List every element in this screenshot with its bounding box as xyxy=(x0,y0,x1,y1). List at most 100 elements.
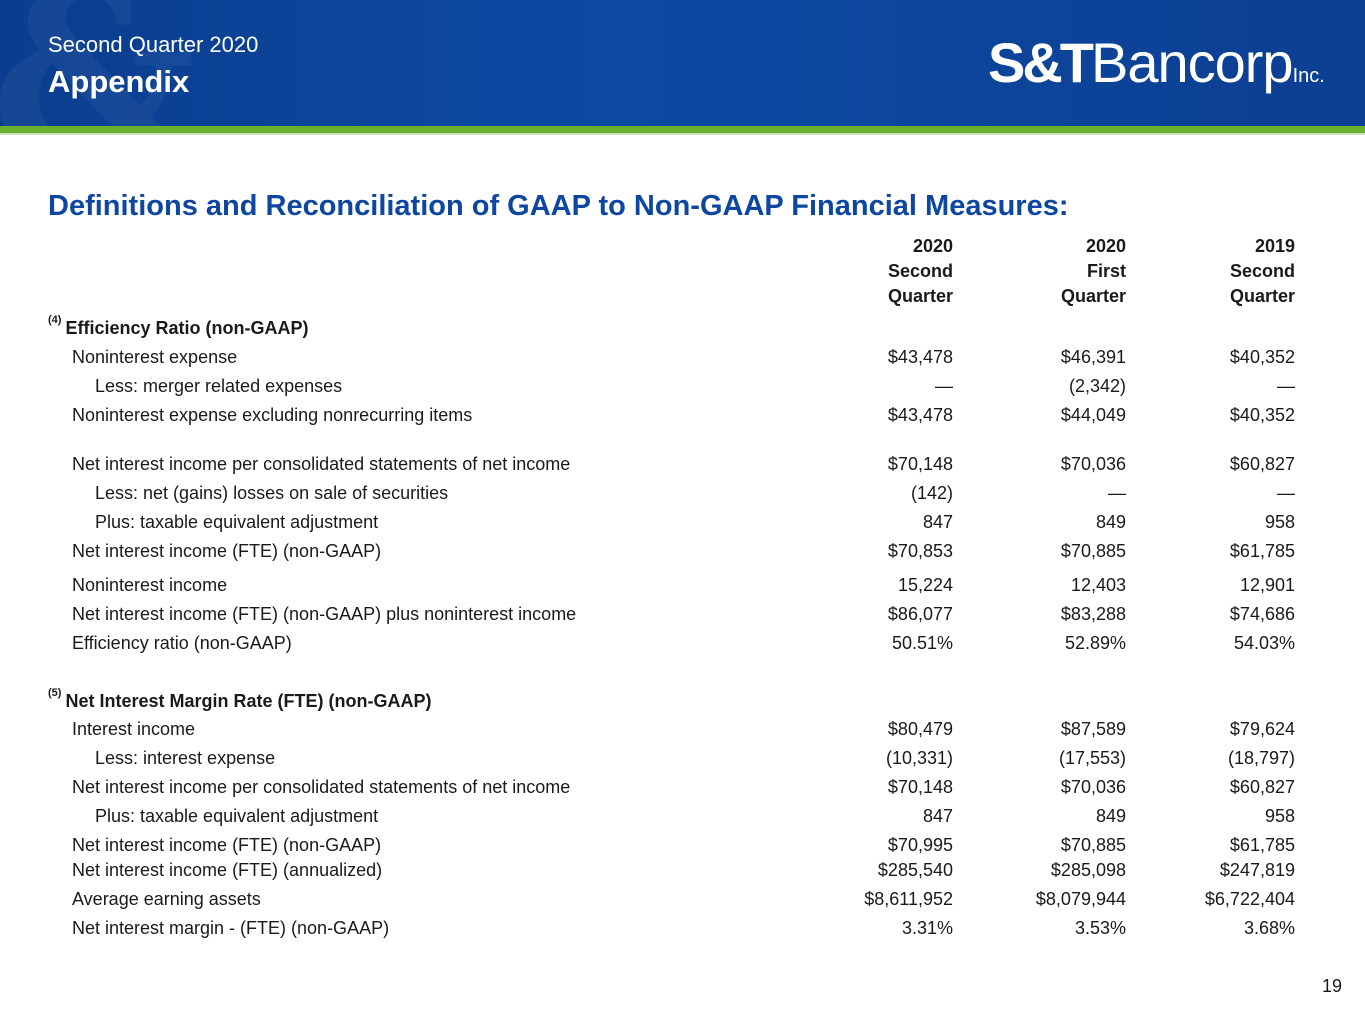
row-label: Net interest margin - (FTE) (non-GAAP) xyxy=(72,918,390,938)
row-label: Net interest income (FTE) (non-GAAP) xyxy=(72,835,382,855)
efficiency-ratio-title: (4) Efficiency Ratio (non-GAAP) xyxy=(48,314,309,338)
row-value: 12,403 xyxy=(1070,575,1126,595)
table-row: Net interest income (FTE) (non-GAAP) $70,… xyxy=(0,541,1365,565)
row-value: 849 xyxy=(1095,512,1126,532)
row-label: Noninterest expense xyxy=(72,347,238,367)
logo-st: S&T xyxy=(988,31,1094,94)
row-value: $6,722,404 xyxy=(1204,889,1295,909)
row-value: 3.68% xyxy=(1243,918,1295,938)
row-value: $70,885 xyxy=(1060,835,1126,855)
row-value: 849 xyxy=(1095,806,1126,826)
table-row: Less: net (gains) losses on sale of secu… xyxy=(0,483,1365,507)
row-value: $86,077 xyxy=(887,604,953,624)
row-label: Net interest income per consolidated sta… xyxy=(72,454,571,474)
row-value: (142) xyxy=(910,483,953,503)
row-value: 12,901 xyxy=(1239,575,1295,595)
row-value: $40,352 xyxy=(1229,347,1295,367)
row-value: — xyxy=(1108,483,1126,503)
row-value: $43,478 xyxy=(887,347,953,367)
row-value: $61,785 xyxy=(1229,541,1295,561)
logo-bancorp: Bancorp xyxy=(1091,31,1294,94)
row-value: $70,885 xyxy=(1060,541,1126,561)
row-value: $8,079,944 xyxy=(1035,889,1126,909)
table-row: Plus: taxable equivalent adjustment 847 84… xyxy=(0,512,1365,536)
row-value: $285,540 xyxy=(877,860,953,880)
table-row: Net interest income per consolidated sta… xyxy=(0,777,1365,801)
table-row: Net interest income (FTE) (non-GAAP) $70,… xyxy=(0,835,1365,859)
row-label: Interest income xyxy=(72,719,196,739)
row-value: $61,785 xyxy=(1229,835,1295,855)
row-value: $70,036 xyxy=(1060,777,1126,797)
row-value: 847 xyxy=(922,806,953,826)
row-value: $43,478 xyxy=(887,405,953,425)
table-row: Noninterest income 15,224 12,403 12,901 xyxy=(0,575,1365,599)
row-value: $70,853 xyxy=(887,541,953,561)
logo-inc: Inc. xyxy=(1292,65,1325,87)
row-value: 52.89% xyxy=(1064,633,1126,653)
row-value: $83,288 xyxy=(1060,604,1126,624)
page-number: 19 xyxy=(1321,976,1342,996)
row-label: Less: merger related expenses xyxy=(95,376,343,396)
row-value: $60,827 xyxy=(1229,454,1295,474)
row-value: $80,479 xyxy=(887,719,953,739)
row-label: Net interest income (FTE) (non-GAAP) xyxy=(72,541,382,561)
table-row: Interest income $80,479 $87,589 $79,624 xyxy=(0,719,1365,743)
row-label: Less: net (gains) losses on sale of secu… xyxy=(95,483,449,503)
column-header-3: 2019 Second Quarter xyxy=(1229,236,1295,306)
table-row: Plus: taxable equivalent adjustment 847 84… xyxy=(0,806,1365,830)
row-value: $87,589 xyxy=(1060,719,1126,739)
row-label: Noninterest expense excluding nonrecurri… xyxy=(72,405,473,425)
table-row: Noninterest expense $43,478 $46,391 $40,352 xyxy=(0,347,1365,371)
table-row: Net interest margin - (FTE) (non-GAAP) 3.… xyxy=(0,918,1365,942)
footnote-marker: (4) xyxy=(48,314,62,326)
row-value: 958 xyxy=(1264,512,1295,532)
table-row: Noninterest expense excluding nonrecurri… xyxy=(0,405,1365,429)
row-value: $44,049 xyxy=(1060,405,1126,425)
row-value: — xyxy=(1277,483,1295,503)
company-logo: S&TBancorpInc. xyxy=(988,30,1325,110)
row-value: — xyxy=(1277,376,1295,396)
row-label: Net interest income (FTE) (non-GAAP) plu… xyxy=(72,604,577,624)
table-row: Average earning assets $8,611,952 $8,079,9… xyxy=(0,889,1365,913)
row-value: $70,036 xyxy=(1060,454,1126,474)
row-value: 847 xyxy=(922,512,953,532)
row-value: $70,148 xyxy=(887,777,953,797)
table-row: Net interest income (FTE) (annualized) $2… xyxy=(0,860,1365,884)
row-value: $46,391 xyxy=(1060,347,1126,367)
page-title: Appendix xyxy=(48,64,190,99)
row-label: Less: interest expense xyxy=(95,748,276,768)
row-value: $70,995 xyxy=(887,835,953,855)
table-row: Efficiency ratio (non-GAAP) 50.51% 52.89% 5… xyxy=(0,633,1365,657)
green-divider xyxy=(0,126,1365,133)
row-value: 50.51% xyxy=(891,633,953,653)
row-value: $8,611,952 xyxy=(864,889,953,909)
row-value: $285,098 xyxy=(1050,860,1126,880)
row-label: Noninterest income xyxy=(72,575,228,595)
row-label: Net interest income per consolidated sta… xyxy=(72,777,571,797)
table-row: Less: merger related expenses — (2,342) — xyxy=(0,376,1365,400)
table-row: Net interest income per consolidated sta… xyxy=(0,454,1365,478)
row-value: (2,342) xyxy=(1068,376,1126,396)
row-value: — xyxy=(935,376,953,396)
row-value: $74,686 xyxy=(1229,604,1295,624)
row-value: $60,827 xyxy=(1229,777,1295,797)
row-value: (17,553) xyxy=(1058,748,1126,768)
row-value: $79,624 xyxy=(1229,719,1295,739)
row-label: Average earning assets xyxy=(72,889,261,909)
row-value: 3.31% xyxy=(901,918,953,938)
footnote-marker: (5) xyxy=(48,687,62,699)
row-label: Net interest income (FTE) (annualized) xyxy=(72,860,383,880)
row-value: 958 xyxy=(1264,806,1295,826)
page-subtitle: Second Quarter 2020 xyxy=(48,32,259,57)
column-header-2: 2020 First Quarter xyxy=(1060,236,1126,306)
column-header-1: 2020 Second Quarter xyxy=(887,236,953,306)
row-value: $40,352 xyxy=(1229,405,1295,425)
row-value: (18,797) xyxy=(1227,748,1295,768)
row-label: Plus: taxable equivalent adjustment xyxy=(95,512,379,532)
row-value: $247,819 xyxy=(1219,860,1295,880)
row-value: 15,224 xyxy=(897,575,953,595)
net-interest-margin-title: (5) Net Interest Margin Rate (FTE) (non-G… xyxy=(48,687,432,711)
row-value: 54.03% xyxy=(1233,633,1295,653)
row-label: Plus: taxable equivalent adjustment xyxy=(95,806,379,826)
row-label: Efficiency ratio (non-GAAP) xyxy=(72,633,292,653)
